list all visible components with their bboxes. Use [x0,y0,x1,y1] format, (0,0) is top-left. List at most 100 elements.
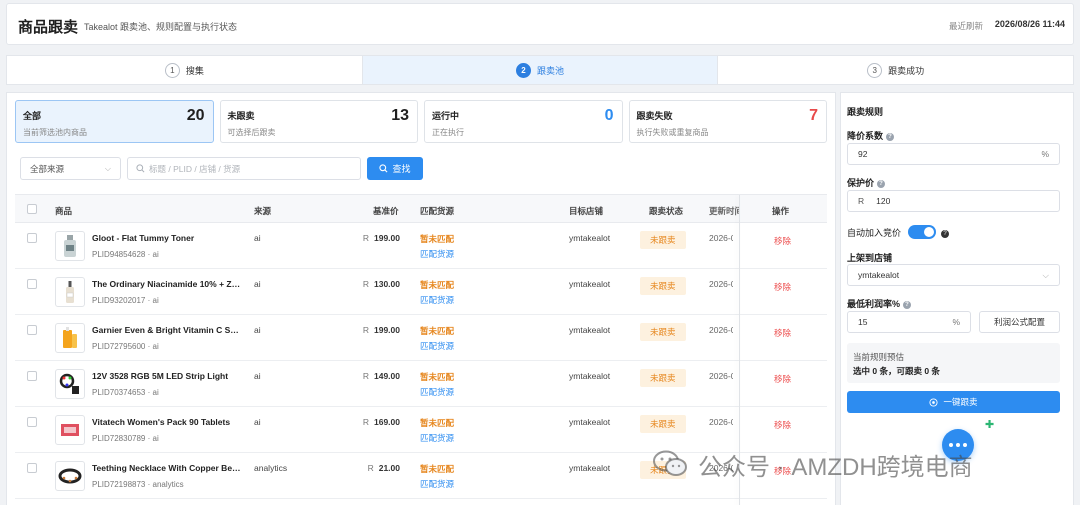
price-value: 130.00 [374,279,400,289]
step-success[interactable]: 3 跟卖成功 [718,56,1073,84]
store-select[interactable]: ymtakealot ⌵ [847,264,1060,286]
select-all-checkbox[interactable] [27,204,37,214]
search-box[interactable] [127,157,361,180]
row-checkbox[interactable] [27,233,37,243]
step-number: 1 [164,62,180,78]
row-checkbox[interactable] [27,325,37,335]
stat-card-failed[interactable]: 跟卖失败 执行失败或重复商品 7 [628,100,827,143]
table-row[interactable]: Garnier Even & Bright Vitamin C Serum PL… [15,315,827,361]
margin-label-text: 最低利润率% [847,299,901,309]
stat-card-unfollowed[interactable]: 未跟卖 可选择后跟卖 13 [219,100,418,143]
refresh-label: 最近刷新 [948,21,983,31]
match-source-link[interactable]: 匹配货源 [420,478,454,490]
watermark: 公众号 · AMZDH跨境电商 [652,447,973,481]
status-badge: 未跟卖 [640,369,686,387]
stat-label: 全部 [23,111,42,121]
row-checkbox[interactable] [27,371,37,381]
match-status: 暂未匹配 [420,326,455,336]
help-icon[interactable]: ? [903,301,912,309]
one-click-follow-label: 一键跟卖 [943,397,978,407]
stat-value: 7 [809,107,818,124]
step-pool[interactable]: 2 跟卖池 [362,56,719,84]
product-thumbnail [55,369,85,399]
profit-formula-button[interactable]: 利润公式配置 [979,311,1060,333]
match-source-link[interactable]: 匹配货源 [420,248,454,260]
page-subtitle: Takealot 跟卖池、规则配置与执行状态 [84,22,238,32]
product-plid: PLID72830789 · ai [92,434,159,443]
help-icon[interactable]: ? [941,230,950,238]
margin-input[interactable]: 15 % [847,311,971,333]
updated-time: 2026-0 [709,417,733,427]
margin-value: 15 [858,317,868,327]
price-value: 199.00 [374,233,400,243]
product-name[interactable]: Gloot - Flat Tummy Toner [92,233,242,243]
rules-title: 跟卖规则 [847,107,884,117]
col-follow-status: 跟卖状态 [649,206,684,216]
product-name[interactable]: Garnier Even & Bright Vitamin C Serum [92,325,242,335]
product-name[interactable]: The Ordinary Niacinamide 10% + Zinc 1% [92,279,242,289]
margin-suffix: % [952,317,960,327]
base-price: R 169.00 [340,417,400,427]
base-price: R 21.00 [340,463,400,473]
remove-button[interactable]: 移除 [774,235,791,247]
base-price: R 199.00 [340,325,400,335]
remove-button[interactable]: 移除 [774,373,791,385]
remove-button[interactable]: 移除 [774,419,791,431]
play-circle-icon [929,397,939,407]
col-source: 来源 [254,206,272,216]
col-base-price: 基准价 [373,206,399,216]
preview-title: 当前规则预估 [853,352,905,362]
match-status: 暂未匹配 [420,234,455,244]
match-source-link[interactable]: 匹配货源 [420,294,454,306]
table-row[interactable]: 12V 3528 RGB 5M LED Strip Light PLID7037… [15,361,827,407]
product-plid: PLID72198873 · analytics [92,480,184,489]
help-icon[interactable]: ? [886,133,895,141]
target-store: ymtakealot [569,279,611,289]
match-status: 暂未匹配 [420,418,455,428]
source-select[interactable]: 全部来源 ⌵ [20,157,121,180]
stat-card-running[interactable]: 运行中 正在执行 0 [424,100,623,143]
store-select-value: ymtakealot [858,270,900,280]
match-source-link[interactable]: 匹配货源 [420,340,454,352]
stat-card-all[interactable]: 全部 当前筛选池内商品 20 [15,100,214,143]
target-store: ymtakealot [569,233,611,243]
step-number: 3 [867,62,883,78]
match-source-link[interactable]: 匹配货源 [420,432,454,444]
filter-bar: 全部来源 ⌵ 查找 [20,157,423,180]
step-collect[interactable]: 1 搜集 [7,56,363,84]
product-thumbnail [55,415,85,445]
stat-value: 20 [186,107,205,124]
product-source: analytics [254,463,288,473]
discount-value: 92 [858,149,868,159]
col-action: 操作 [772,206,790,216]
help-icon[interactable]: ? [877,180,886,188]
col-target-store: 目标店铺 [569,206,604,216]
product-name[interactable]: Vitatech Women's Pack 90 Tablets [92,417,242,427]
stat-label: 跟卖失败 [636,111,673,121]
match-source-link[interactable]: 匹配货源 [420,386,454,398]
product-name[interactable]: Teething Necklace With Copper Beads [92,463,242,473]
row-checkbox[interactable] [27,463,37,473]
table-row[interactable]: The Ordinary Niacinamide 10% + Zinc 1% P… [15,269,827,315]
col-product: 商品 [55,206,73,216]
auto-bid-toggle[interactable] [907,225,936,239]
product-name[interactable]: 12V 3528 RGB 5M LED Strip Light [92,371,242,381]
target-store: ymtakealot [569,371,611,381]
protect-input[interactable]: R 120 [847,190,1060,212]
search-input[interactable] [149,163,349,174]
remove-button[interactable]: 移除 [774,327,791,339]
col-match-source: 匹配货源 [420,206,455,216]
page-header: 商品跟卖 Takealot 跟卖池、规则配置与执行状态 最近刷新 2026/08… [6,3,1074,45]
one-click-follow-button[interactable]: 一键跟卖 [847,391,1060,413]
row-checkbox[interactable] [27,279,37,289]
table-row[interactable]: Gloot - Flat Tummy Toner PLID94854628 · … [15,223,827,269]
discount-input[interactable]: 92 % [847,143,1060,165]
stat-desc: 执行失败或重复商品 [636,128,709,137]
row-checkbox[interactable] [27,417,37,427]
source-select-value: 全部来源 [30,163,65,174]
target-store: ymtakealot [569,417,611,427]
remove-button[interactable]: 移除 [774,281,791,293]
product-source: ai [254,325,261,335]
query-button[interactable]: 查找 [367,157,423,180]
currency-symbol: R [362,279,369,289]
